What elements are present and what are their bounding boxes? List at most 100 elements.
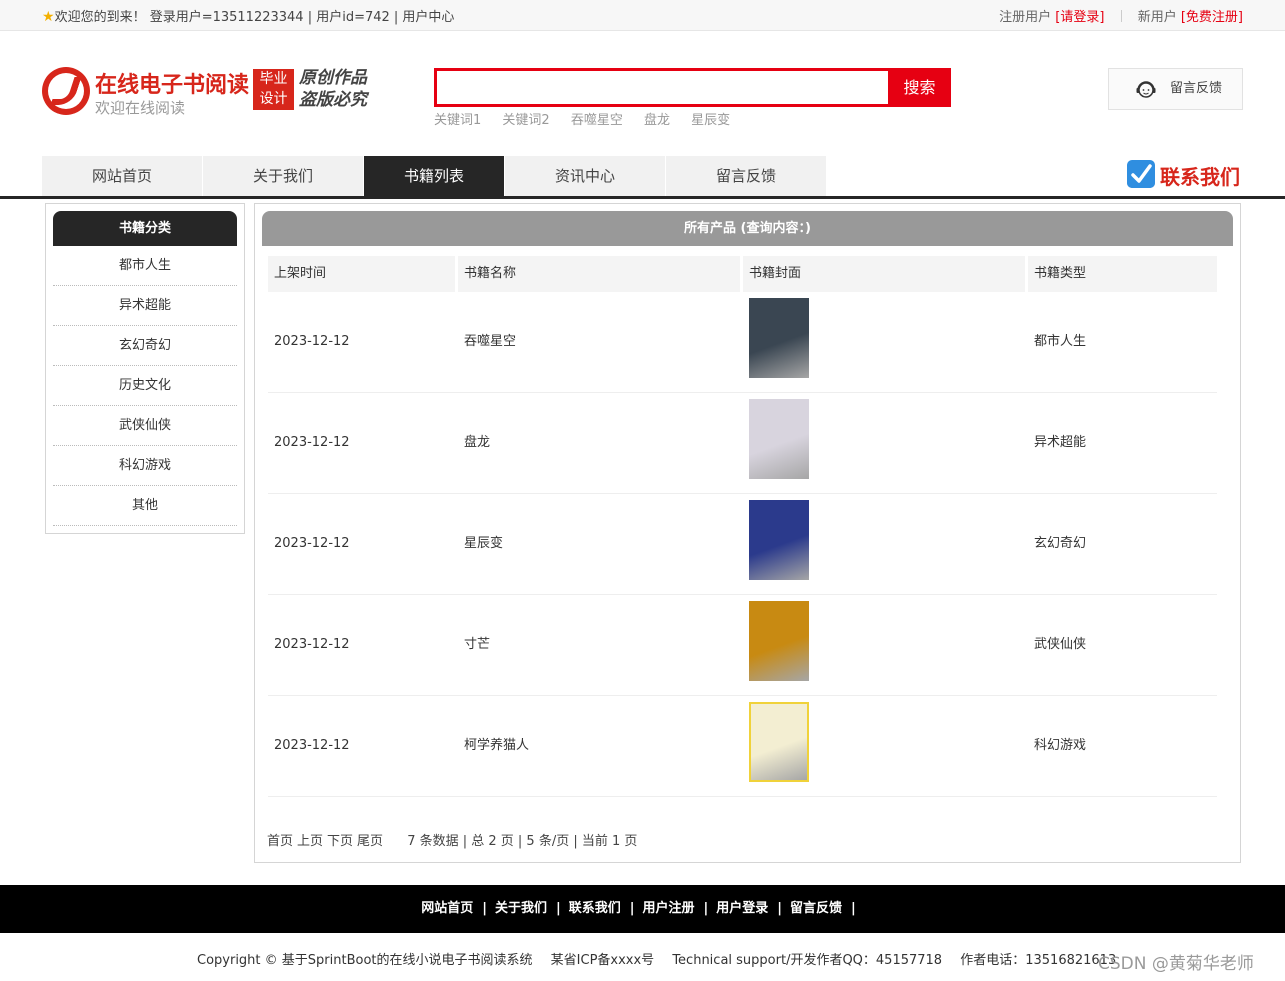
slogan: 原创作品 盗版必究 bbox=[299, 67, 367, 111]
table-row[interactable]: 2023-12-12 吞噬星空 都市人生 bbox=[268, 292, 1217, 393]
category-item[interactable]: 都市人生 bbox=[53, 246, 237, 286]
login-link[interactable]: [请登录] bbox=[1055, 10, 1104, 25]
sidebar-title: 书籍分类 bbox=[53, 211, 237, 246]
book-cover-image[interactable] bbox=[749, 702, 809, 782]
cell-date: 2023-12-12 bbox=[274, 334, 350, 349]
contact-us-label: 联系我们 bbox=[1160, 165, 1240, 189]
table-header: 上架时间 书籍名称 书籍封面 书籍类型 bbox=[268, 256, 1217, 292]
main-nav: 网站首页 关于我们 书籍列表 资讯中心 留言反馈 bbox=[42, 156, 827, 196]
footer-link-register[interactable]: 用户注册 bbox=[643, 901, 695, 916]
hot-keywords: 关键词1 关键词2 吞噬星空 盘龙 星辰变 bbox=[434, 109, 747, 128]
keyword-link[interactable]: 盘龙 bbox=[644, 113, 670, 128]
cell-date: 2023-12-12 bbox=[274, 738, 350, 753]
search-input[interactable] bbox=[437, 71, 887, 104]
col-type: 书籍类型 bbox=[1028, 256, 1217, 292]
cell-date: 2023-12-12 bbox=[274, 536, 350, 551]
category-item[interactable]: 其他 bbox=[53, 486, 237, 526]
phone-text: 作者电话：13516821613 bbox=[960, 953, 1117, 968]
nav-about[interactable]: 关于我们 bbox=[203, 156, 364, 196]
search-button[interactable]: 搜索 bbox=[888, 68, 951, 107]
category-item[interactable]: 武侠仙侠 bbox=[53, 406, 237, 446]
nav-news[interactable]: 资讯中心 bbox=[505, 156, 666, 196]
graduation-badge-line1: 毕业 bbox=[259, 71, 288, 87]
slogan-line2: 盗版必究 bbox=[299, 90, 367, 110]
new-user-label: 新用户 bbox=[1137, 10, 1177, 25]
graduation-badge-line2: 设计 bbox=[259, 91, 288, 107]
feedback-button-label: 留言反馈 bbox=[1170, 81, 1223, 96]
category-sidebar: 书籍分类 都市人生 异术超能 玄幻奇幻 历史文化 武侠仙侠 科幻游戏 其他 bbox=[45, 203, 245, 534]
table-row[interactable]: 2023-12-12 寸芒 武侠仙侠 bbox=[268, 595, 1217, 696]
book-cover-image[interactable] bbox=[749, 601, 809, 681]
cell-type: 都市人生 bbox=[1034, 334, 1087, 349]
cell-date: 2023-12-12 bbox=[274, 637, 350, 652]
welcome-area: ★欢迎您的到来！ 登录用户=13511223344 | 用户id=742 | 用… bbox=[42, 6, 454, 25]
cell-type: 武侠仙侠 bbox=[1034, 637, 1087, 652]
search-box: 搜索 bbox=[434, 68, 951, 107]
copyright-text: Copyright © 基于SprintBoot的在线小说电子书阅读系统 bbox=[197, 953, 533, 968]
feedback-button[interactable]: 留言反馈 bbox=[1108, 68, 1243, 110]
cell-type: 玄幻奇幻 bbox=[1034, 536, 1087, 551]
register-user-label: 注册用户 bbox=[999, 10, 1052, 25]
watermark: CSDN @黄菊华老师 bbox=[1098, 954, 1254, 974]
welcome-text[interactable]: 欢迎您的到来！ 登录用户=13511223344 | 用户id=742 | 用户… bbox=[55, 10, 455, 25]
site-title: 在线电子书阅读 bbox=[95, 73, 250, 98]
table-row[interactable]: 2023-12-12 盘龙 异术超能 bbox=[268, 393, 1217, 494]
keyword-link[interactable]: 关键词1 bbox=[434, 113, 481, 128]
pager-prev[interactable]: 上页 bbox=[297, 834, 323, 849]
keyword-link[interactable]: 吞噬星空 bbox=[571, 113, 623, 128]
free-register-link[interactable]: [免费注册] bbox=[1181, 10, 1243, 25]
top-bar: ★欢迎您的到来！ 登录用户=13511223344 | 用户id=742 | 用… bbox=[0, 0, 1285, 31]
headset-icon bbox=[1136, 81, 1156, 98]
site-subtitle: 欢迎在线阅读 bbox=[95, 99, 186, 117]
nav-divider bbox=[0, 196, 1285, 199]
graduation-badge: 毕业 设计 bbox=[253, 69, 294, 110]
divider bbox=[1120, 10, 1122, 22]
cell-type: 科幻游戏 bbox=[1034, 738, 1087, 753]
cell-name[interactable]: 柯学养猫人 bbox=[458, 696, 740, 796]
keyword-link[interactable]: 关键词2 bbox=[502, 113, 549, 128]
category-item[interactable]: 科幻游戏 bbox=[53, 446, 237, 486]
col-name: 书籍名称 bbox=[458, 256, 740, 292]
footer-link-login[interactable]: 用户登录 bbox=[716, 901, 768, 916]
category-item[interactable]: 异术超能 bbox=[53, 286, 237, 326]
pager-last[interactable]: 尾页 bbox=[357, 834, 383, 849]
pager-next[interactable]: 下页 bbox=[327, 834, 353, 849]
book-cover-image[interactable] bbox=[749, 500, 809, 580]
logo-icon[interactable] bbox=[42, 67, 90, 115]
slogan-line1: 原创作品 bbox=[299, 68, 367, 88]
cell-type: 异术超能 bbox=[1034, 435, 1087, 450]
cell-name[interactable]: 寸芒 bbox=[458, 595, 740, 695]
nav-feedback[interactable]: 留言反馈 bbox=[666, 156, 827, 196]
panel-title: 所有产品 (查询内容：) bbox=[262, 211, 1233, 246]
table-row[interactable]: 2023-12-12 星辰变 玄幻奇幻 bbox=[268, 494, 1217, 595]
footer-link-home[interactable]: 网站首页 bbox=[421, 901, 473, 916]
book-list-panel: 所有产品 (查询内容：) 上架时间 书籍名称 书籍封面 书籍类型 2023-12… bbox=[254, 203, 1241, 863]
cell-date: 2023-12-12 bbox=[274, 435, 350, 450]
cell-name[interactable]: 盘龙 bbox=[458, 393, 740, 493]
keyword-link[interactable]: 星辰变 bbox=[691, 113, 730, 128]
icp-text: 某省ICP备xxxx号 bbox=[550, 953, 655, 968]
contact-check-icon bbox=[1127, 160, 1155, 188]
cell-name[interactable]: 吞噬星空 bbox=[458, 292, 740, 392]
footer-link-feedback[interactable]: 留言反馈 bbox=[790, 901, 842, 916]
nav-books[interactable]: 书籍列表 bbox=[364, 156, 505, 196]
star-icon: ★ bbox=[42, 9, 55, 25]
book-cover-image[interactable] bbox=[749, 399, 809, 479]
cell-name[interactable]: 星辰变 bbox=[458, 494, 740, 594]
pager-first[interactable]: 首页 bbox=[267, 834, 293, 849]
footer-link-contact[interactable]: 联系我们 bbox=[569, 901, 621, 916]
support-text: Technical support/开发作者QQ：45157718 bbox=[672, 953, 943, 968]
footer-nav: 网站首页 | 关于我们 | 联系我们 | 用户注册 | 用户登录 | 留言反馈 | bbox=[0, 885, 1285, 933]
account-links: 注册用户 [请登录] 新用户 [免费注册] bbox=[999, 6, 1243, 25]
pagination: 首页 上页 下页 尾页 7 条数据 | 总 2 页 | 5 条/页 | 当前 1 页 bbox=[267, 830, 637, 849]
category-item[interactable]: 历史文化 bbox=[53, 366, 237, 406]
footer-link-about[interactable]: 关于我们 bbox=[495, 901, 547, 916]
table-row[interactable]: 2023-12-12 柯学养猫人 科幻游戏 bbox=[268, 696, 1217, 797]
book-cover-image[interactable] bbox=[749, 298, 809, 378]
col-cover: 书籍封面 bbox=[743, 256, 1025, 292]
pager-summary: 7 条数据 | 总 2 页 | 5 条/页 | 当前 1 页 bbox=[407, 834, 638, 849]
category-item[interactable]: 玄幻奇幻 bbox=[53, 326, 237, 366]
copyright: Copyright © 基于SprintBoot的在线小说电子书阅读系统 某省I… bbox=[197, 949, 1130, 968]
col-date: 上架时间 bbox=[268, 256, 455, 292]
nav-home[interactable]: 网站首页 bbox=[42, 156, 203, 196]
